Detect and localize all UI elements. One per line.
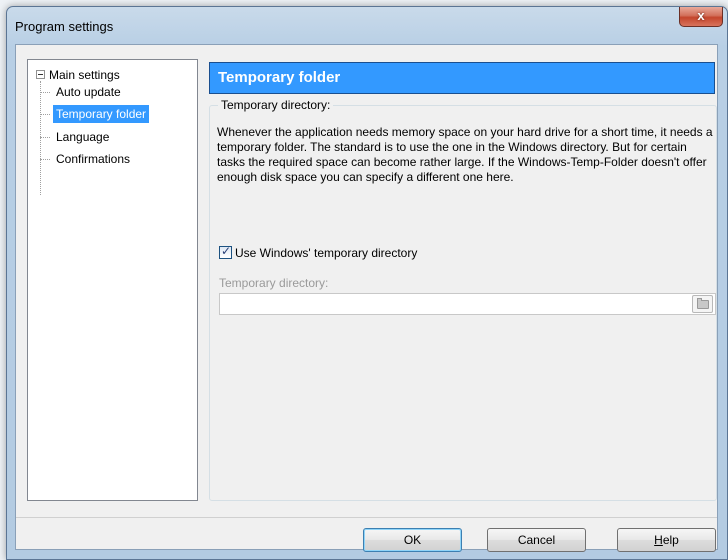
help-button[interactable]: Help (617, 528, 716, 552)
tree-item-language[interactable]: Language (40, 128, 112, 146)
tree-item-label: Confirmations (56, 152, 131, 166)
close-icon: x (697, 8, 705, 23)
tree-item-auto-update[interactable]: Auto update (40, 83, 124, 101)
tree-item-label: Language (56, 130, 110, 144)
section-header: Temporary folder (209, 62, 715, 94)
help-accelerator: H (654, 533, 663, 547)
collapse-icon[interactable] (36, 70, 45, 80)
tree-root-label: Main settings (49, 68, 120, 82)
tree-item-temporary-folder[interactable]: Temporary folder (40, 105, 150, 123)
cancel-button[interactable]: Cancel (487, 528, 586, 552)
use-windows-temp-checkbox[interactable]: ✓ (219, 244, 232, 260)
temporary-directory-label: Temporary directory: (219, 276, 329, 290)
tree-item-label: Temporary folder (53, 105, 150, 123)
settings-tree[interactable]: Main settings Auto update Temporary fold… (27, 59, 198, 501)
description-text: Whenever the application needs memory sp… (217, 125, 713, 184)
close-button[interactable]: x (679, 7, 723, 27)
temporary-directory-input[interactable] (219, 293, 716, 315)
button-bar: OK Cancel Help (16, 517, 717, 552)
folder-icon (697, 298, 709, 309)
title-bar[interactable]: Program settings x (7, 7, 727, 43)
use-windows-temp-checkbox-row[interactable]: ✓ Use Windows' temporary directory (219, 244, 417, 260)
browse-folder-button[interactable] (692, 295, 713, 313)
tree-item-confirmations[interactable]: Confirmations (40, 150, 133, 168)
ok-button[interactable]: OK (363, 528, 462, 552)
checkbox-label[interactable]: Use Windows' temporary directory (235, 246, 417, 260)
program-settings-window: Program settings x Main settings Auto up… (6, 6, 728, 560)
window-title: Program settings (15, 19, 114, 34)
tree-root-main-settings[interactable]: Main settings (36, 67, 120, 83)
help-label-rest: elp (662, 533, 679, 547)
group-title: Temporary directory: (218, 98, 334, 112)
tree-item-label: Auto update (56, 85, 121, 99)
checkmark-icon: ✓ (221, 244, 232, 259)
temporary-directory-group: Temporary directory: Whenever the applic… (209, 98, 717, 501)
dialog-client-area: Main settings Auto update Temporary fold… (15, 44, 718, 552)
